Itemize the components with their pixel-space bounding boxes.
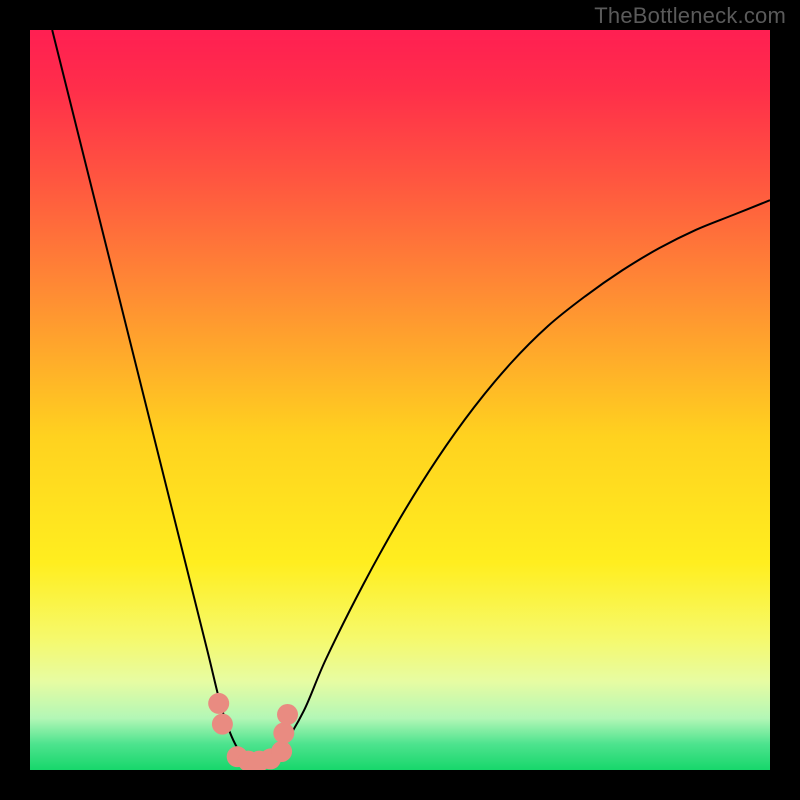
data-marker bbox=[271, 741, 292, 762]
bottleneck-chart bbox=[30, 30, 770, 770]
data-marker bbox=[273, 723, 294, 744]
data-marker bbox=[277, 704, 298, 725]
chart-frame: TheBottleneck.com bbox=[0, 0, 800, 800]
data-marker bbox=[208, 693, 229, 714]
watermark-text: TheBottleneck.com bbox=[594, 3, 786, 29]
data-marker bbox=[212, 714, 233, 735]
gradient-background bbox=[30, 30, 770, 770]
